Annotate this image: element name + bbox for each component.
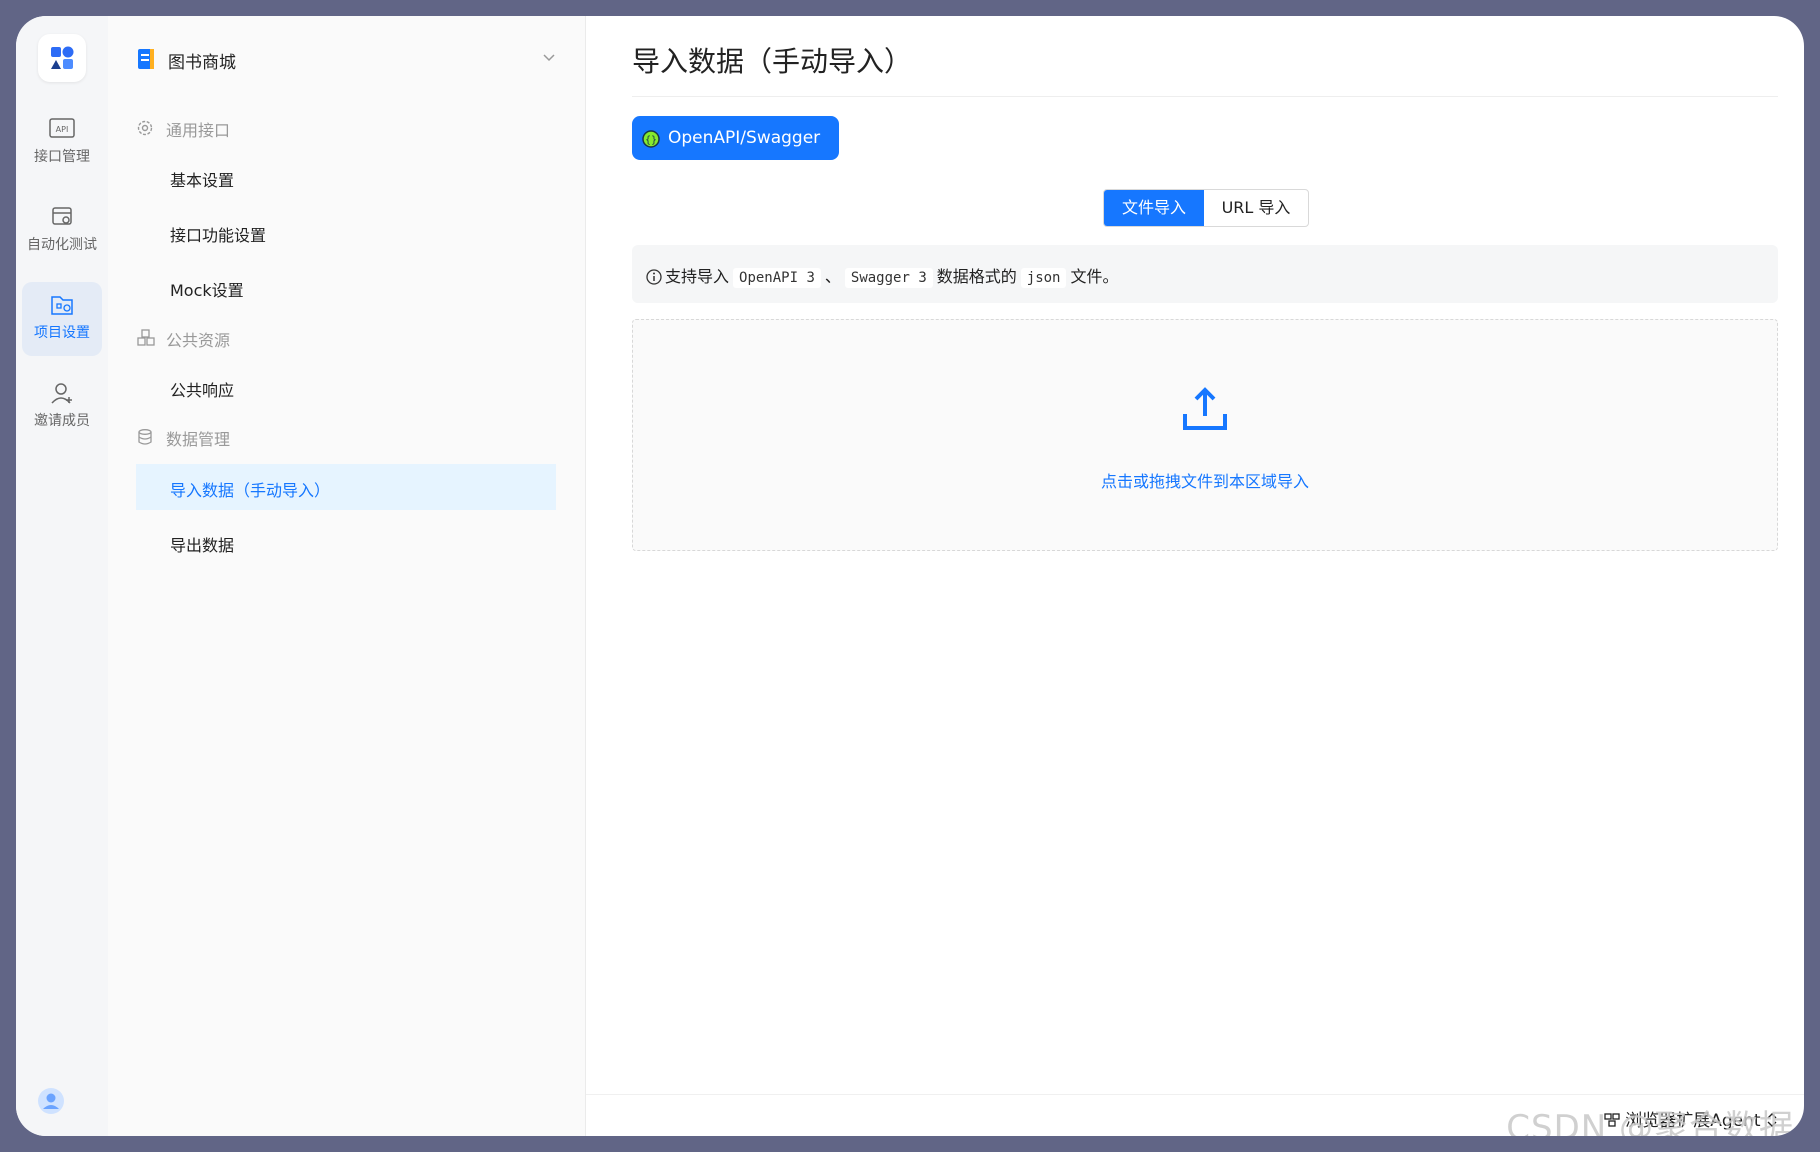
swagger-icon: {} [642, 130, 660, 148]
rail-item-automation[interactable]: 自动化测试 [22, 194, 102, 268]
nav-import-data-label: 导入数据（手动导入） [170, 481, 331, 500]
user-avatar[interactable] [38, 1088, 64, 1114]
nav-export-data[interactable]: 导出数据 [136, 519, 556, 565]
tab-file-import[interactable]: 文件导入 [1104, 190, 1204, 226]
rail-item-api[interactable]: API 接口管理 [22, 106, 102, 180]
format-json: json [1020, 268, 1067, 288]
svg-text:API: API [56, 125, 69, 134]
upload-hint: 点击或拖拽文件到本区域导入 [1100, 472, 1309, 491]
nav-api-feature-settings-label: 接口功能设置 [170, 226, 267, 245]
automation-icon [52, 207, 72, 225]
nav-mock-settings[interactable]: Mock设置 [136, 264, 556, 310]
api-icon: API [49, 118, 75, 138]
nav-api-feature-settings[interactable]: 接口功能设置 [136, 209, 556, 255]
chevron-down-icon [543, 54, 555, 62]
import-mode-switch: 文件导入 URL 导入 [1103, 189, 1309, 227]
icon-rail: API 接口管理 自动化测试 项目设置 邀请成员 [16, 16, 108, 1136]
nav-basic-settings[interactable]: 基本设置 [136, 154, 556, 200]
nav-public-response[interactable]: 公共响应 [136, 364, 556, 410]
project-selector[interactable]: 图书商城 [136, 44, 556, 74]
group-resources-label: 公共资源 [166, 331, 231, 350]
settings-sidebar: 图书商城 通用接口 基本设置 接口功能设置 Mock设置 公共资源 公共响应 数… [108, 16, 586, 1136]
info-prefix: 支持导入 [665, 267, 730, 286]
nav-public-response-label: 公共响应 [170, 381, 235, 400]
nav-mock-settings-label: Mock设置 [170, 281, 244, 300]
openapi-swagger-button[interactable]: {} OpenAPI/Swagger [632, 116, 839, 160]
page-title: 导入数据（手动导入） [632, 45, 913, 78]
csdn-watermark: CSDN @聚合数据 [1506, 1108, 1794, 1136]
database-icon [138, 429, 152, 445]
rail-label-api: 接口管理 [34, 149, 90, 165]
info-suffix: 文件。 [1070, 267, 1119, 286]
format-info-box: 支持导入 OpenAPI 3、 Swagger 3 数据格式的 json 文件。 [632, 245, 1778, 303]
info-middle: 数据格式的 [936, 267, 1017, 286]
format-swagger: Swagger 3 [844, 268, 933, 288]
nav-import-data[interactable]: 导入数据（手动导入） [136, 464, 556, 510]
app-logo[interactable] [38, 34, 86, 82]
title-divider [632, 96, 1778, 97]
nav-export-data-label: 导出数据 [170, 536, 235, 555]
invite-member-icon [51, 383, 72, 404]
openapi-swagger-label: OpenAPI/Swagger [668, 128, 821, 148]
project-settings-icon [51, 296, 73, 315]
nav-basic-settings-label: 基本设置 [170, 171, 235, 190]
format-openapi: OpenAPI 3 [733, 268, 821, 288]
rail-label-invite: 邀请成员 [34, 413, 90, 429]
tab-url-import[interactable]: URL 导入 [1204, 190, 1308, 226]
rail-item-project-settings[interactable]: 项目设置 [22, 282, 102, 356]
book-icon [138, 49, 154, 69]
info-sep: 、 [824, 267, 841, 286]
main-content: 导入数据（手动导入） {} OpenAPI/Swagger 文件导入 URL 导… [586, 16, 1804, 1136]
cubes-icon [137, 329, 155, 346]
file-drop-zone[interactable]: 点击或拖拽文件到本区域导入 [632, 319, 1778, 551]
format-info-text: 支持导入 OpenAPI 3、 Swagger 3 数据格式的 json 文件。 [646, 263, 1119, 288]
project-name: 图书商城 [168, 53, 236, 73]
rail-label-project-settings: 项目设置 [34, 325, 90, 341]
group-data-label: 数据管理 [166, 430, 231, 449]
rail-item-invite[interactable]: 邀请成员 [22, 370, 102, 444]
upload-icon [1183, 387, 1227, 430]
info-icon [646, 269, 662, 285]
svg-text:{}: {} [645, 135, 657, 146]
rail-label-automation: 自动化测试 [27, 237, 97, 253]
gear-icon [137, 120, 153, 136]
app-window: API 接口管理 自动化测试 项目设置 邀请成员 图书商城 通用接口 基本设置 … [16, 16, 1804, 1136]
group-general-label: 通用接口 [166, 121, 231, 140]
footer-divider [586, 1094, 1804, 1095]
